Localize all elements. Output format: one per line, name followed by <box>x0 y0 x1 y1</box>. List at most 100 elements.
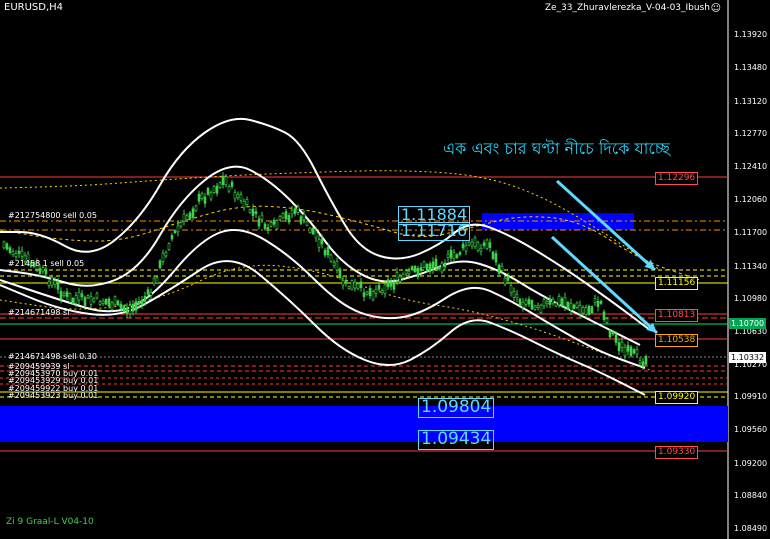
candle-body <box>173 230 177 234</box>
candle-body <box>251 208 255 216</box>
candle-body <box>449 249 453 259</box>
candle-body <box>260 214 264 220</box>
candle-body <box>314 230 318 239</box>
candle-body <box>245 198 249 206</box>
candle-body <box>11 251 15 255</box>
candle-body <box>8 247 12 253</box>
candle-body <box>131 303 135 312</box>
candle-body <box>587 305 591 315</box>
price-tick: 1.13120 <box>734 97 768 106</box>
candle-body <box>491 251 495 260</box>
candle-body <box>305 221 309 226</box>
footer-label: Zi 9 Graal-L V04-10 <box>6 517 94 527</box>
candle-body <box>509 285 513 294</box>
candle-body <box>551 298 555 304</box>
candle-body <box>113 296 117 306</box>
candle-body <box>296 206 300 213</box>
candle-body <box>107 298 111 307</box>
candle-body <box>17 250 21 254</box>
candle-body <box>455 254 459 259</box>
candle-body <box>494 253 498 263</box>
order-label-low-head: #214671498 sell 0.30 <box>8 352 97 361</box>
candle-body <box>347 286 351 289</box>
candle-body <box>401 273 405 279</box>
candle-body <box>59 290 63 300</box>
candle-body <box>242 201 246 209</box>
price-tick: 1.11340 <box>734 262 768 271</box>
candle-body <box>497 264 501 274</box>
candle-body <box>380 290 384 294</box>
candle-body <box>593 298 597 303</box>
candle-body <box>44 268 48 275</box>
price-tick: 1.12770 <box>734 129 768 138</box>
candle-body <box>488 242 492 248</box>
candle-body <box>287 215 291 223</box>
smiley-icon[interactable]: ☺ <box>711 3 721 14</box>
candle-body <box>140 299 144 306</box>
candle-body <box>161 252 165 262</box>
candle-body <box>326 247 330 256</box>
candle-body <box>83 297 87 306</box>
green-price-marker: 1.10700 <box>729 318 767 329</box>
candle-body <box>266 227 270 231</box>
candle-body <box>521 302 525 308</box>
candle-body <box>581 306 585 314</box>
candle-body <box>95 293 99 299</box>
candle-body <box>542 299 546 307</box>
candle-body <box>164 252 168 257</box>
candle-body <box>323 249 327 256</box>
candle-body <box>431 261 435 270</box>
candle-body <box>41 267 45 272</box>
level-tag-3: 1.10813 <box>655 309 699 322</box>
candle-body <box>392 281 396 290</box>
candle-body <box>98 301 102 305</box>
candle-body <box>50 277 54 286</box>
candle-body <box>602 311 606 320</box>
candle-body <box>53 280 57 285</box>
candle-body <box>482 242 486 246</box>
candle-body <box>134 301 138 311</box>
candle-body <box>284 211 288 220</box>
candle-body <box>89 296 93 305</box>
candle-body <box>452 252 456 259</box>
candle-body <box>356 283 360 290</box>
candle-body <box>221 175 225 185</box>
candle-body <box>218 182 222 188</box>
candle-body <box>437 266 441 270</box>
level-tag-6: 1.09330 <box>655 446 699 459</box>
candle-body <box>506 276 510 281</box>
candle-body <box>263 223 267 229</box>
candle-body <box>278 216 282 220</box>
price-tick: 1.12060 <box>734 195 768 204</box>
candle-body <box>371 291 375 300</box>
candle-body <box>374 289 378 294</box>
candle-body <box>101 300 105 304</box>
candle-body <box>386 279 390 288</box>
candle-body <box>398 276 402 282</box>
candle-body <box>143 295 147 302</box>
candle-body <box>413 265 417 273</box>
level-box-lower-b: 1.09434 <box>418 430 495 450</box>
candle-body <box>14 253 18 257</box>
order-label-top: #212754800 sell 0.05 <box>8 211 97 220</box>
blue-zone-lower <box>0 406 728 442</box>
candle-body <box>308 227 312 233</box>
candle-body <box>128 304 132 315</box>
candle-body <box>512 291 516 298</box>
candle-body <box>425 264 429 272</box>
indicator-name: Ze_33_Zhuravlerezka_V-04-03_Ibush <box>544 3 710 13</box>
candle-body <box>92 298 96 302</box>
candle-body <box>62 293 66 296</box>
candle-body <box>2 241 6 249</box>
annotation-text: এক এবং চার ঘণ্টা নীচে দিকে যাচ্ছে <box>443 139 670 158</box>
price-chart[interactable]: EURUSD,H4 Ze_33_Zhuravlerezka_V-04-03_Ib… <box>0 0 770 539</box>
candle-body <box>545 301 549 304</box>
candle-body <box>68 293 72 303</box>
candle-body <box>422 261 426 268</box>
candle-body <box>407 270 411 275</box>
candle-body <box>524 300 528 305</box>
candle-body <box>38 268 42 274</box>
candle-body <box>518 298 522 306</box>
candle-body <box>20 250 24 257</box>
candle-body <box>257 218 261 227</box>
